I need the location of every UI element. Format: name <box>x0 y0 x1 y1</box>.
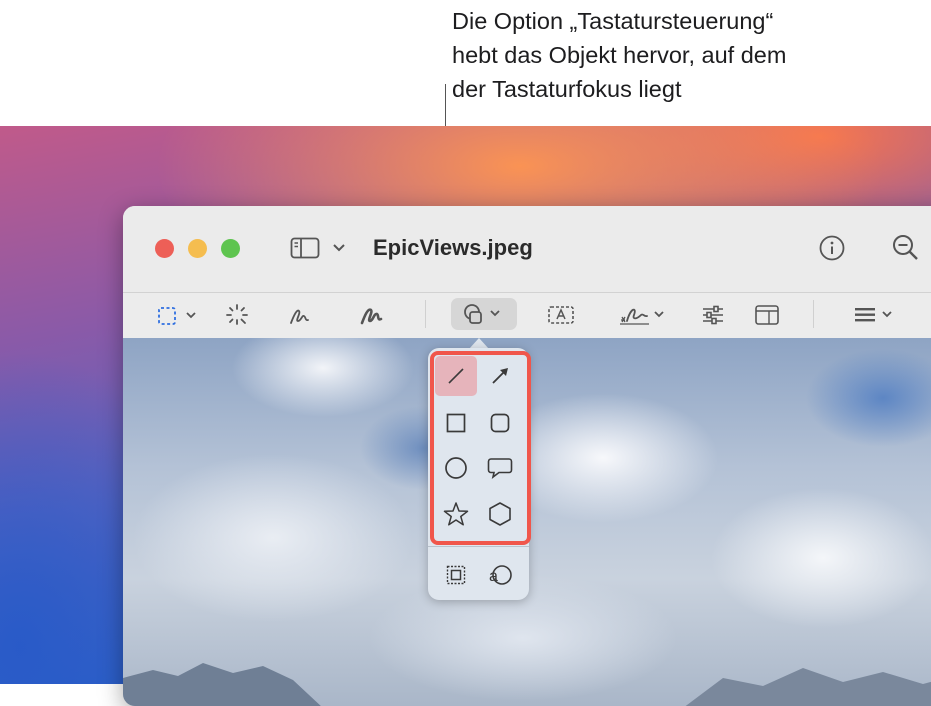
info-icon <box>819 235 845 261</box>
shape-rectangle[interactable] <box>435 403 477 443</box>
callout-text: Die Option „Tastatursteuerung“ hebt das … <box>452 4 922 106</box>
shape-line[interactable] <box>435 356 477 396</box>
text-icon <box>548 306 574 324</box>
shape-star[interactable] <box>435 494 477 534</box>
shapes-popover: a <box>428 348 531 600</box>
shape-rounded-rectangle[interactable] <box>479 403 521 443</box>
sidebar-menu-chevron[interactable] <box>330 239 348 257</box>
popover-separator <box>428 546 529 547</box>
shape-polygon[interactable] <box>479 494 521 534</box>
shape-oval[interactable] <box>435 448 477 488</box>
toolbar-separator <box>425 300 426 328</box>
zoom-out-icon <box>893 235 918 260</box>
instant-alpha-button[interactable] <box>223 302 251 328</box>
shape-speech-bubble[interactable] <box>479 448 521 488</box>
callout-line-3: der Tastaturfokus liegt <box>452 76 682 102</box>
arrow-icon <box>492 368 508 384</box>
page-layout-icon <box>755 305 779 325</box>
adjust-color-icon <box>703 305 723 325</box>
shape-arrow[interactable] <box>479 356 521 396</box>
sketch-button[interactable] <box>287 302 315 328</box>
sign-icon <box>620 308 664 325</box>
line-icon <box>448 368 464 384</box>
mountain-silhouette <box>123 663 931 706</box>
mask-icon <box>446 565 466 585</box>
polygon-icon <box>489 502 511 526</box>
window-title: EpicViews.jpeg <box>373 235 533 260</box>
sidebar-icon <box>290 237 320 259</box>
rectangle-icon <box>446 413 466 433</box>
oval-icon <box>445 457 467 479</box>
text-button[interactable] <box>547 304 575 326</box>
sketch-icon <box>290 309 309 324</box>
titlebar: EpicViews.jpeg <box>123 206 931 330</box>
info-button[interactable] <box>818 234 846 262</box>
mask-button[interactable] <box>435 555 477 595</box>
star-icon <box>443 502 469 526</box>
adjust-color-button[interactable] <box>699 302 727 328</box>
close-button[interactable] <box>155 239 174 258</box>
selection-tool-button[interactable] <box>153 304 205 328</box>
draw-button[interactable] <box>358 302 386 328</box>
draw-icon <box>360 308 383 325</box>
selection-tool-icon <box>158 307 196 325</box>
instant-alpha-icon <box>226 304 248 325</box>
minimize-button[interactable] <box>188 239 207 258</box>
zoom-out-button[interactable] <box>891 234 921 262</box>
callout-line-2: hebt das Objekt hervor, auf dem <box>452 42 787 68</box>
page-layout-button[interactable] <box>753 302 781 328</box>
sidebar-toggle-button[interactable] <box>288 235 322 261</box>
border-style-button[interactable] <box>851 302 901 328</box>
speech-bubble-icon <box>487 458 513 479</box>
loupe-icon: a <box>489 565 512 585</box>
border-style-icon <box>855 308 892 322</box>
zoom-button[interactable] <box>221 239 240 258</box>
rounded-rectangle-icon <box>490 413 510 433</box>
toolbar-separator <box>813 300 814 328</box>
loupe-button[interactable]: a <box>479 555 521 595</box>
sign-button[interactable] <box>617 302 669 328</box>
shapes-button[interactable] <box>451 298 517 330</box>
shapes-icon <box>464 304 500 324</box>
chevron-down-icon <box>333 244 345 252</box>
callout-line-1: Die Option „Tastatursteuerung“ <box>452 8 774 34</box>
svg-text:a: a <box>489 568 498 585</box>
